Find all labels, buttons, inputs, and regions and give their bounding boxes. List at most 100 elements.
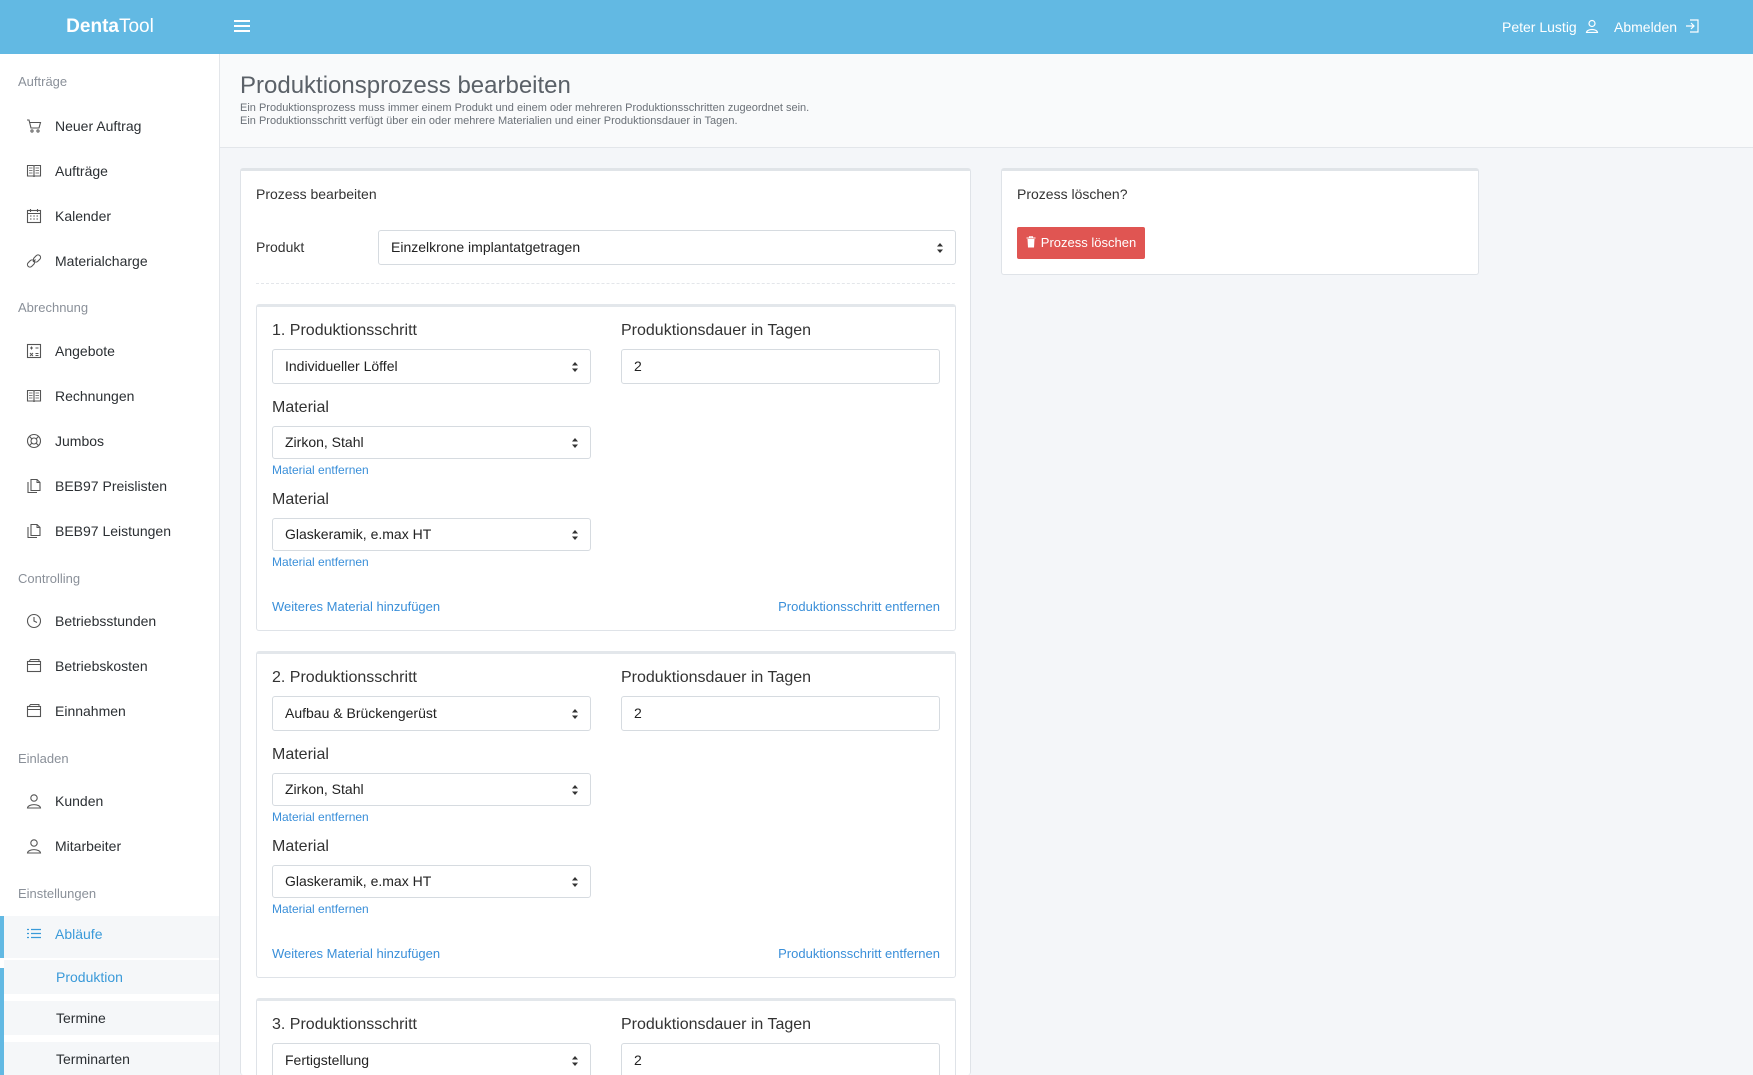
logout-button[interactable]: Abmelden xyxy=(1614,0,1699,54)
sidebar-item-mitarbeiter[interactable]: Mitarbeiter xyxy=(0,828,219,866)
sidebar-item-betriebsstunden[interactable]: Betriebsstunden xyxy=(0,603,219,641)
step-select[interactable]: Fertigstellung xyxy=(272,1043,591,1075)
sidebar-item-angebote[interactable]: Angebote xyxy=(0,333,219,371)
sidebar-item-kunden[interactable]: Kunden xyxy=(0,783,219,821)
documents-icon xyxy=(27,523,41,539)
list-icon xyxy=(27,928,41,939)
select-arrows-icon xyxy=(572,1056,578,1066)
delete-process-button[interactable]: Prozess löschen xyxy=(1017,227,1145,259)
production-step-1: 1. Produktionsschritt Produktionsdauer i… xyxy=(256,304,956,631)
remove-material-link[interactable]: Material entfernen xyxy=(272,810,369,824)
sidebar-item-jumbos[interactable]: Jumbos xyxy=(0,423,219,461)
sidebar-item-label: Aufträge xyxy=(55,163,108,179)
delete-process-label: Prozess löschen xyxy=(1040,235,1137,250)
sidebar-item-auftraege[interactable]: Aufträge xyxy=(0,153,219,191)
link-icon xyxy=(26,254,42,268)
material-label: Material xyxy=(272,491,329,508)
sidebar-item-rechnungen[interactable]: Rechnungen xyxy=(0,378,219,416)
sidebar-item-label: Jumbos xyxy=(55,433,105,449)
page-header: Produktionsprozess bearbeiten Ein Produk… xyxy=(220,54,1753,148)
documents-icon xyxy=(27,478,41,494)
material-select-value: Glaskeramik, e.max HT xyxy=(285,873,432,889)
sidebar-subitem-label: Produktion xyxy=(56,969,123,985)
sidebar-item-label: Einnahmen xyxy=(55,703,126,719)
sidebar-item-label: Kunden xyxy=(55,793,104,809)
page-description-line: Ein Produktionsprozess muss immer einem … xyxy=(240,102,810,114)
remove-step-link[interactable]: Produktionsschritt entfernen xyxy=(778,946,940,961)
production-step-3: 3. Produktionsschritt Produktionsdauer i… xyxy=(256,998,956,1075)
user-name: Peter Lustig xyxy=(1502,19,1577,35)
page-description: Ein Produktionsprozess muss immer einem … xyxy=(240,102,809,128)
remove-material-link[interactable]: Material entfernen xyxy=(272,555,369,569)
sidebar-subitem-label: Terminarten xyxy=(56,1051,130,1067)
sidebar-subitem-terminarten[interactable]: Terminarten xyxy=(4,1042,219,1075)
sidebar-subitem-termine[interactable]: Termine xyxy=(4,1001,219,1035)
select-arrows-icon xyxy=(572,530,578,540)
section-auftraege: Aufträge xyxy=(18,74,68,89)
step-select[interactable]: Aufbau & Brückengerüst xyxy=(272,696,591,731)
book-icon xyxy=(26,389,42,403)
add-material-link[interactable]: Weiteres Material hinzufügen xyxy=(272,599,440,614)
sidebar-item-ablaeufe[interactable]: Abläufe xyxy=(0,916,219,958)
product-select[interactable]: Einzelkrone implantatgetragen xyxy=(378,230,956,265)
section-einladen: Einladen xyxy=(18,751,69,766)
user-icon xyxy=(26,794,42,809)
sidebar-item-beb97-preislisten[interactable]: BEB97 Preislisten xyxy=(0,468,219,506)
sidebar-item-label: BEB97 Leistungen xyxy=(55,523,171,539)
section-einstellungen: Einstellungen xyxy=(18,886,97,901)
brand-part-light: Tool xyxy=(118,16,154,37)
duration-input[interactable]: 2 xyxy=(621,349,940,384)
sidebar-item-label: Betriebskosten xyxy=(55,658,148,674)
sidebar-item-kalender[interactable]: Kalender xyxy=(0,198,219,236)
step-select-value: Aufbau & Brückengerüst xyxy=(285,705,437,721)
select-arrows-icon xyxy=(937,243,943,253)
sidebar-item-betriebskosten[interactable]: Betriebskosten xyxy=(0,648,219,686)
sidebar-item-einnahmen[interactable]: Einnahmen xyxy=(0,693,219,731)
divider xyxy=(256,283,955,284)
clock-icon xyxy=(26,613,42,629)
user-icon xyxy=(1585,20,1598,34)
duration-input[interactable]: 2 xyxy=(621,696,940,731)
brand-logo[interactable]: DentaTool xyxy=(0,0,220,54)
production-step-2: 2. Produktionsschritt Produktionsdauer i… xyxy=(256,651,956,978)
card-title: Prozess bearbeiten xyxy=(256,186,377,202)
material-select[interactable]: Glaskeramik, e.max HT xyxy=(272,865,591,898)
sidebar-item-label: Angebote xyxy=(55,343,115,359)
card-title: Prozess löschen? xyxy=(1017,186,1128,202)
sidebar-item-label: Neuer Auftrag xyxy=(55,118,142,134)
remove-step-link[interactable]: Produktionsschritt entfernen xyxy=(778,599,940,614)
material-label: Material xyxy=(272,399,329,416)
wallet-icon xyxy=(26,659,42,673)
logout-label: Abmelden xyxy=(1614,19,1678,35)
material-select[interactable]: Zirkon, Stahl xyxy=(272,773,591,806)
step-select-value: Individueller Löffel xyxy=(285,358,398,374)
trash-icon xyxy=(1026,236,1036,248)
material-label: Material xyxy=(272,746,329,763)
step-heading: 3. Produktionsschritt xyxy=(272,1016,417,1033)
sidebar-item-materialcharge[interactable]: Materialcharge xyxy=(0,243,219,281)
wallet-icon xyxy=(26,704,42,718)
brand-part-bold: Denta xyxy=(66,16,119,37)
sidebar-item-label: Abläufe xyxy=(55,926,103,942)
select-arrows-icon xyxy=(572,785,578,795)
user-icon xyxy=(26,839,42,854)
select-arrows-icon xyxy=(572,877,578,887)
select-arrows-icon xyxy=(572,362,578,372)
step-select[interactable]: Individueller Löffel xyxy=(272,349,591,384)
top-bar: DentaTool Peter Lustig Abmelden xyxy=(0,0,1753,54)
remove-material-link[interactable]: Material entfernen xyxy=(272,902,369,916)
add-material-link[interactable]: Weiteres Material hinzufügen xyxy=(272,946,440,961)
product-label: Produkt xyxy=(256,239,305,255)
menu-toggle-icon[interactable] xyxy=(234,15,250,37)
material-select[interactable]: Glaskeramik, e.max HT xyxy=(272,518,591,551)
user-menu[interactable]: Peter Lustig xyxy=(1502,0,1599,54)
duration-input[interactable]: 2 xyxy=(621,1043,940,1075)
edit-process-card: Prozess bearbeiten Produkt Einzelkrone i… xyxy=(240,168,971,1075)
sidebar-item-neuer-auftrag[interactable]: Neuer Auftrag xyxy=(0,108,219,146)
sidebar-subitem-produktion[interactable]: Produktion xyxy=(4,960,219,994)
material-select[interactable]: Zirkon, Stahl xyxy=(272,426,591,459)
section-abrechnung: Abrechnung xyxy=(18,300,89,315)
delete-process-card: Prozess löschen? Prozess löschen xyxy=(1001,168,1479,275)
sidebar-item-beb97-leistungen[interactable]: BEB97 Leistungen xyxy=(0,513,219,551)
remove-material-link[interactable]: Material entfernen xyxy=(272,463,369,477)
